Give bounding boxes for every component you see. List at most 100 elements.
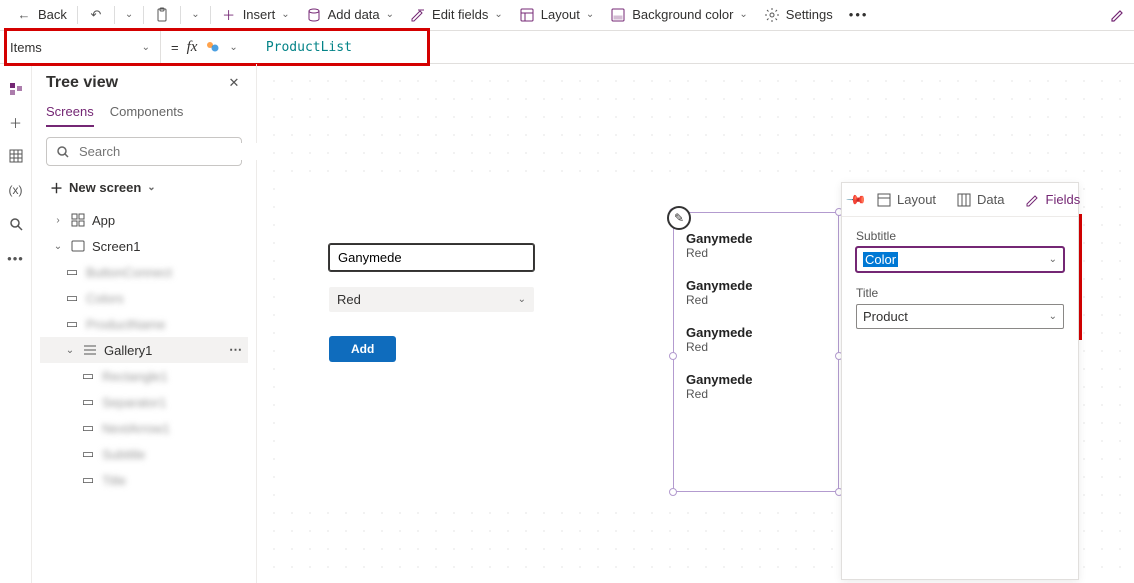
node-label: Rectangle1 <box>102 369 168 384</box>
separator <box>180 6 181 24</box>
tree-node-screen1[interactable]: ⌄Screen1 <box>40 233 248 259</box>
tree-node[interactable]: ▭Rectangle1 <box>40 363 248 389</box>
more-rail-icon[interactable]: ••• <box>8 250 24 266</box>
add-button[interactable]: Add <box>329 336 396 362</box>
tree-node[interactable]: ▭ NextArrow1 <box>40 415 248 441</box>
chevron-down-icon: ⌄ <box>586 9 594 20</box>
panel-tab-layout[interactable]: Layout <box>868 183 944 216</box>
panel-tab-data[interactable]: Data <box>948 183 1012 216</box>
gallery-title: Ganymede <box>686 325 826 340</box>
tree-node[interactable]: ▭ProductName <box>40 311 248 337</box>
control-icon: ▭ <box>64 316 80 332</box>
gallery-body: Ganymede Red Ganymede Red Ganymede Red G… <box>673 212 839 492</box>
resize-handle[interactable] <box>669 488 677 496</box>
tab-screens[interactable]: Screens <box>46 104 94 127</box>
insert-label: Insert <box>243 7 276 22</box>
chevron-down-icon: ⌄ <box>64 345 76 356</box>
text-input-product[interactable] <box>329 244 534 271</box>
chevron-down-icon: ⌄ <box>518 294 526 305</box>
paste-chevron[interactable]: ⌄ <box>183 0 207 29</box>
more-button[interactable]: ••• <box>841 0 877 29</box>
app-icon <box>70 212 86 228</box>
panel-body: Subtitle Color ⌄ Title Product ⌄ <box>842 217 1078 369</box>
node-label: Subtitle <box>102 447 145 462</box>
chevron-down-icon: ⌄ <box>125 9 133 20</box>
layout-icon <box>519 7 535 23</box>
field-label-title: Title <box>856 286 1064 300</box>
tree-search[interactable] <box>46 137 242 166</box>
tree-node[interactable]: ▭Colors <box>40 285 248 311</box>
left-rail: ＋ (x) ••• <box>0 64 32 583</box>
separator <box>77 6 78 24</box>
separator <box>143 6 144 24</box>
layout-icon <box>876 192 892 208</box>
gallery-item[interactable]: Ganymede Red <box>674 362 838 409</box>
gallery-item[interactable]: Ganymede Red <box>674 315 838 362</box>
gallery-control[interactable]: ✎ Ganymede Red Ganymede Red Ganymede Red… <box>673 212 839 492</box>
bgcolor-label: Background color <box>632 7 733 22</box>
bgcolor-button[interactable]: Background color ⌄ <box>602 0 756 29</box>
chevron-down-icon: ⌄ <box>739 9 747 20</box>
search-input[interactable] <box>77 143 257 160</box>
edit-template-icon[interactable]: ✎ <box>667 206 691 230</box>
edit-pencil-icon[interactable] <box>1110 7 1126 23</box>
panel-tab-fields[interactable]: Fields <box>1017 183 1089 216</box>
tree-node[interactable]: ▭Subtitle <box>40 441 248 467</box>
gallery-subtitle: Red <box>686 387 826 401</box>
pin-icon[interactable]: 📌 <box>845 188 868 211</box>
gallery-title: Ganymede <box>686 231 826 246</box>
edit-fields-icon <box>410 7 426 23</box>
add-data-button[interactable]: Add data ⌄ <box>298 0 402 29</box>
gallery-item[interactable]: Ganymede Red <box>674 268 838 315</box>
separator <box>210 6 211 24</box>
highlight-formula-bar <box>4 28 430 66</box>
canvas[interactable]: Red ⌄ Add ✎ Ganymede Red Ganymede Red <box>257 64 1134 583</box>
tree-node[interactable]: ▭Separator1 <box>40 389 248 415</box>
tree-node[interactable]: ▭Title <box>40 467 248 493</box>
field-select-title[interactable]: Product ⌄ <box>856 304 1064 329</box>
tree-view-icon[interactable] <box>8 80 24 96</box>
settings-button[interactable]: Settings <box>756 0 841 29</box>
tab-components[interactable]: Components <box>110 104 184 127</box>
chevron-down-icon: ⌄ <box>281 9 289 20</box>
gallery-item[interactable]: Ganymede Red <box>674 213 838 268</box>
insert-rail-icon[interactable]: ＋ <box>8 114 24 130</box>
node-more-icon[interactable]: ⋯ <box>229 342 244 358</box>
undo-icon: ↶ <box>88 7 104 23</box>
gallery-subtitle: Red <box>686 340 826 354</box>
layout-button[interactable]: Layout ⌄ <box>511 0 602 29</box>
dropdown-color[interactable]: Red ⌄ <box>329 287 534 312</box>
edit-fields-button[interactable]: Edit fields ⌄ <box>402 0 511 29</box>
data-rail-icon[interactable] <box>8 148 24 164</box>
node-label: Screen1 <box>92 239 140 254</box>
layout-label: Layout <box>541 7 580 22</box>
tree-node-app[interactable]: ›App <box>40 207 248 233</box>
paste-button[interactable] <box>146 0 178 29</box>
back-button[interactable]: ← Back <box>8 0 75 29</box>
control-icon: ▭ <box>80 420 96 436</box>
fields-icon <box>1025 192 1041 208</box>
tab-label: Layout <box>897 192 936 207</box>
search-rail-icon[interactable] <box>8 216 24 232</box>
undo-chevron[interactable]: ⌄ <box>117 0 141 29</box>
tree-title: Tree view <box>46 74 118 92</box>
node-label: ButtonConnect <box>86 265 172 280</box>
chevron-down-icon: ⌄ <box>1049 311 1057 322</box>
undo-button[interactable]: ↶ <box>80 0 112 29</box>
gallery-icon <box>82 342 98 358</box>
tree-node-gallery1[interactable]: ⌄Gallery1⋯ <box>40 337 248 363</box>
back-label: Back <box>38 7 67 22</box>
resize-handle[interactable] <box>669 352 677 360</box>
field-value: Product <box>863 309 908 324</box>
tree-node[interactable]: ▭ButtonConnect <box>40 259 248 285</box>
new-screen-button[interactable]: ＋ New screen ⌄ <box>40 174 248 201</box>
main-area: ＋ (x) ••• Tree view ✕ Screens Components… <box>0 64 1134 583</box>
field-value: Color <box>863 252 898 267</box>
field-label-subtitle: Subtitle <box>856 229 1064 243</box>
node-label: NextArrow1 <box>102 421 170 436</box>
field-select-subtitle[interactable]: Color ⌄ <box>856 247 1064 272</box>
insert-button[interactable]: ＋ Insert ⌄ <box>213 0 298 29</box>
close-icon[interactable]: ✕ <box>226 75 242 91</box>
gallery-subtitle: Red <box>686 293 826 307</box>
variables-rail-icon[interactable]: (x) <box>8 182 24 198</box>
